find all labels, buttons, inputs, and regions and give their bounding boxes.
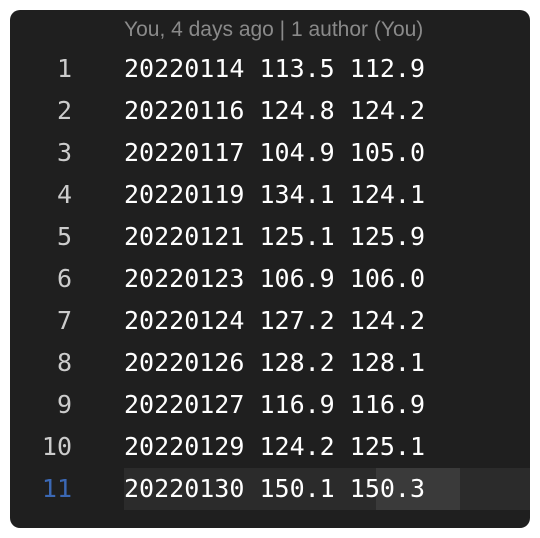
line-text[interactable]: 20220116 124.8 124.2	[124, 90, 425, 132]
line-text[interactable]: 20220117 104.9 105.0	[124, 132, 425, 174]
line-content[interactable]: 20220129 124.2 125.1	[124, 426, 530, 468]
current-code-line[interactable]: 11 20220130 150.1 150.3	[10, 468, 530, 510]
line-number: 7	[56, 306, 72, 335]
code-lines: 1 20220114 113.5 112.9 2 20220116 124.8 …	[10, 48, 530, 510]
line-text[interactable]: 20220124 127.2 124.2	[124, 300, 425, 342]
code-line[interactable]: 9 20220127 116.9 116.9	[10, 384, 530, 426]
line-content[interactable]: 20220114 113.5 112.9	[124, 48, 530, 90]
line-content[interactable]: 20220130 150.1 150.3	[124, 468, 530, 510]
line-text[interactable]: 20220119 134.1 124.1	[124, 174, 425, 216]
line-number: 4	[56, 180, 72, 209]
code-line[interactable]: 8 20220126 128.2 128.1	[10, 342, 530, 384]
line-text[interactable]: 20220123 106.9 106.0	[124, 258, 425, 300]
code-line[interactable]: 2 20220116 124.8 124.2	[10, 90, 530, 132]
line-content[interactable]: 20220124 127.2 124.2	[124, 300, 530, 342]
line-number: 9	[56, 390, 72, 419]
line-content[interactable]: 20220127 116.9 116.9	[124, 384, 530, 426]
active-line-number: 11	[41, 474, 72, 503]
line-number: 5	[56, 222, 72, 251]
line-text[interactable]: 20220127 116.9 116.9	[124, 384, 425, 426]
code-line[interactable]: 6 20220123 106.9 106.0	[10, 258, 530, 300]
line-content[interactable]: 20220121 125.1 125.9	[124, 216, 530, 258]
code-line[interactable]: 7 20220124 127.2 124.2	[10, 300, 530, 342]
code-line[interactable]: 3 20220117 104.9 105.0	[10, 132, 530, 174]
line-number: 10	[41, 432, 72, 461]
line-content[interactable]: 20220126 128.2 128.1	[124, 342, 530, 384]
editor-window: You, 4 days ago | 1 author (You) 1 20220…	[10, 10, 530, 528]
line-content[interactable]: 20220116 124.8 124.2	[124, 90, 530, 132]
line-content[interactable]: 20220123 106.9 106.0	[124, 258, 530, 300]
line-text[interactable]: 20220114 113.5 112.9	[124, 48, 425, 90]
line-content[interactable]: 20220117 104.9 105.0	[124, 132, 530, 174]
line-number: 3	[56, 138, 72, 167]
code-line[interactable]: 5 20220121 125.1 125.9	[10, 216, 530, 258]
code-line[interactable]: 4 20220119 134.1 124.1	[10, 174, 530, 216]
line-text[interactable]: 20220130 150.1 150.3	[124, 468, 425, 510]
code-line[interactable]: 1 20220114 113.5 112.9	[10, 48, 530, 90]
line-number: 2	[56, 96, 72, 125]
git-blame-codelens[interactable]: You, 4 days ago | 1 author (You)	[124, 15, 423, 45]
line-number: 8	[56, 348, 72, 377]
line-text[interactable]: 20220126 128.2 128.1	[124, 342, 425, 384]
line-text[interactable]: 20220129 124.2 125.1	[124, 426, 425, 468]
line-content[interactable]: 20220119 134.1 124.1	[124, 174, 530, 216]
code-line[interactable]: 10 20220129 124.2 125.1	[10, 426, 530, 468]
line-number: 6	[56, 264, 72, 293]
line-text[interactable]: 20220121 125.1 125.9	[124, 216, 425, 258]
line-number: 1	[56, 54, 72, 83]
